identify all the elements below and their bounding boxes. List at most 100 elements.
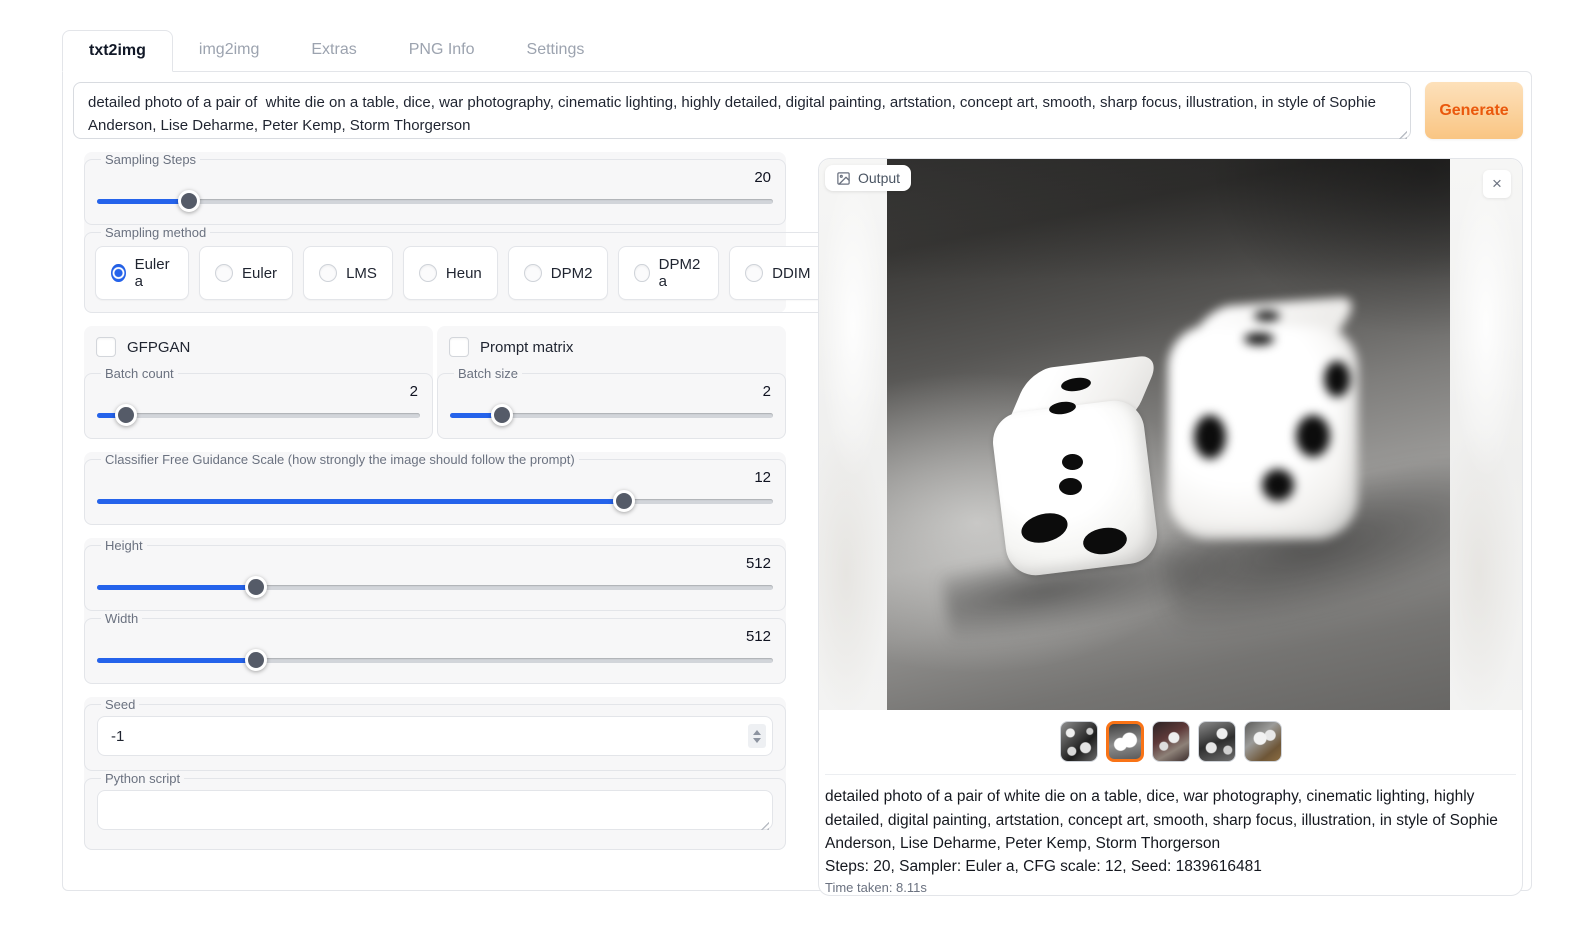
- slider-thumb[interactable]: [245, 649, 267, 671]
- radio-icon: [111, 264, 126, 282]
- batch-group: GFPGAN Batch count 2: [84, 326, 786, 439]
- radio-euler-a[interactable]: Euler a: [95, 246, 189, 300]
- die-shadow: [941, 527, 1259, 649]
- sampling-steps-field: Sampling Steps 20: [84, 152, 786, 225]
- prompt-matrix-checkbox[interactable]: [449, 337, 469, 357]
- output-label: Output: [858, 170, 900, 186]
- radio-icon: [524, 264, 542, 282]
- sampling-steps-slider[interactable]: [97, 190, 773, 212]
- radio-icon: [745, 264, 763, 282]
- output-header-chip: Output: [825, 165, 911, 191]
- die-blurred: [1168, 303, 1364, 545]
- seed-script-group: Seed Python script: [84, 697, 786, 850]
- radio-ddim[interactable]: DDIM: [729, 246, 826, 300]
- tab-settings[interactable]: Settings: [501, 30, 611, 71]
- batch-size-label: Batch size: [454, 366, 522, 381]
- gfpgan-checkbox-row[interactable]: GFPGAN: [84, 326, 433, 366]
- radio-icon: [419, 264, 437, 282]
- output-column: Output ×: [818, 158, 1523, 896]
- seed-input[interactable]: [97, 716, 773, 756]
- thumbnail-gallery: [819, 721, 1522, 762]
- thumbnail-1[interactable]: [1060, 721, 1098, 762]
- radio-label: DPM2: [551, 265, 593, 282]
- tab-bar: txt2img img2img Extras PNG Info Settings: [62, 30, 1532, 71]
- radio-label: Heun: [446, 265, 482, 282]
- radio-dpm2-a[interactable]: DPM2 a: [618, 246, 719, 300]
- slider-thumb[interactable]: [245, 576, 267, 598]
- seed-field: Seed: [84, 697, 786, 771]
- thumbnail-3[interactable]: [1152, 721, 1190, 762]
- image-icon: [836, 171, 851, 186]
- prompt-input[interactable]: detailed photo of a pair of white die on…: [73, 82, 1411, 139]
- height-value: 512: [95, 553, 775, 576]
- tab-img2img[interactable]: img2img: [173, 30, 285, 71]
- batch-size-slider[interactable]: [450, 404, 773, 426]
- batch-count-value: 2: [95, 381, 422, 404]
- width-value: 512: [95, 626, 775, 649]
- slider-thumb[interactable]: [178, 190, 200, 212]
- batch-size-field: Batch size 2: [437, 366, 786, 439]
- prompt-matrix-batch-size-panel: Prompt matrix Batch size 2: [437, 326, 786, 439]
- gfpgan-checkbox[interactable]: [96, 337, 116, 357]
- height-slider[interactable]: [97, 576, 773, 598]
- batch-size-value: 2: [448, 381, 775, 404]
- generation-info: detailed photo of a pair of white die on…: [825, 774, 1516, 895]
- slider-thumb[interactable]: [491, 404, 513, 426]
- close-button[interactable]: ×: [1483, 170, 1511, 198]
- cfg-scale-field: Classifier Free Guidance Scale (how stro…: [84, 452, 786, 525]
- slider-thumb[interactable]: [613, 490, 635, 512]
- sampling-group: Sampling Steps 20 Sampling method: [84, 152, 786, 313]
- prompt-matrix-checkbox-row[interactable]: Prompt matrix: [437, 326, 786, 366]
- slider-fill: [97, 585, 256, 590]
- sampling-method-options: Euler a Euler LMS: [95, 240, 936, 304]
- cfg-scale-slider[interactable]: [97, 490, 773, 512]
- thumbnail-4[interactable]: [1198, 721, 1236, 762]
- cfg-group: Classifier Free Guidance Scale (how stro…: [84, 452, 786, 525]
- batch-count-field: Batch count 2: [84, 366, 433, 439]
- radio-label: DDIM: [772, 265, 810, 282]
- thumbnail-2[interactable]: [1106, 721, 1144, 762]
- generated-image[interactable]: [887, 159, 1450, 710]
- spinner-up-icon[interactable]: [753, 730, 761, 735]
- radio-label: Euler a: [135, 256, 173, 290]
- die-shadow: [1154, 434, 1450, 647]
- app-window: txt2img img2img Extras PNG Info Settings…: [62, 30, 1532, 891]
- generate-button[interactable]: Generate: [1425, 82, 1523, 139]
- slider-fill: [97, 658, 256, 663]
- tab-txt2img[interactable]: txt2img: [62, 30, 173, 72]
- radio-label: Euler: [242, 265, 277, 282]
- radio-icon: [634, 264, 649, 282]
- close-icon: ×: [1492, 174, 1502, 194]
- width-label: Width: [101, 611, 142, 626]
- seed-label: Seed: [101, 697, 139, 712]
- thumbnail-5[interactable]: [1244, 721, 1282, 762]
- cfg-scale-label: Classifier Free Guidance Scale (how stro…: [101, 452, 579, 467]
- batch-count-slider[interactable]: [97, 404, 420, 426]
- number-spinner[interactable]: [748, 724, 766, 748]
- sampling-method-label: Sampling method: [101, 225, 210, 240]
- image-backdrop-left: [819, 159, 887, 710]
- width-slider[interactable]: [97, 649, 773, 671]
- slider-track[interactable]: [97, 413, 420, 418]
- tab-png-info[interactable]: PNG Info: [383, 30, 501, 71]
- python-script-label: Python script: [101, 771, 184, 786]
- tab-extras[interactable]: Extras: [285, 30, 382, 71]
- seed-input-wrap: [97, 716, 773, 756]
- python-script-input[interactable]: [97, 790, 773, 830]
- spinner-down-icon[interactable]: [753, 738, 761, 743]
- radio-icon: [319, 264, 337, 282]
- radio-heun[interactable]: Heun: [403, 246, 498, 300]
- python-script-field: Python script: [84, 771, 786, 850]
- height-field: Height 512: [84, 538, 786, 611]
- generated-image-area[interactable]: [819, 159, 1522, 710]
- prompt-matrix-label: Prompt matrix: [480, 339, 573, 356]
- die-sharp: [999, 362, 1159, 577]
- width-field: Width 512: [84, 611, 786, 684]
- radio-lms[interactable]: LMS: [303, 246, 393, 300]
- radio-dpm2[interactable]: DPM2: [508, 246, 609, 300]
- dimensions-group: Height 512 Width 512: [84, 538, 786, 684]
- slider-thumb[interactable]: [115, 404, 137, 426]
- radio-euler[interactable]: Euler: [199, 246, 293, 300]
- gfpgan-label: GFPGAN: [127, 339, 190, 356]
- content-row: Sampling Steps 20 Sampling method: [73, 152, 1523, 896]
